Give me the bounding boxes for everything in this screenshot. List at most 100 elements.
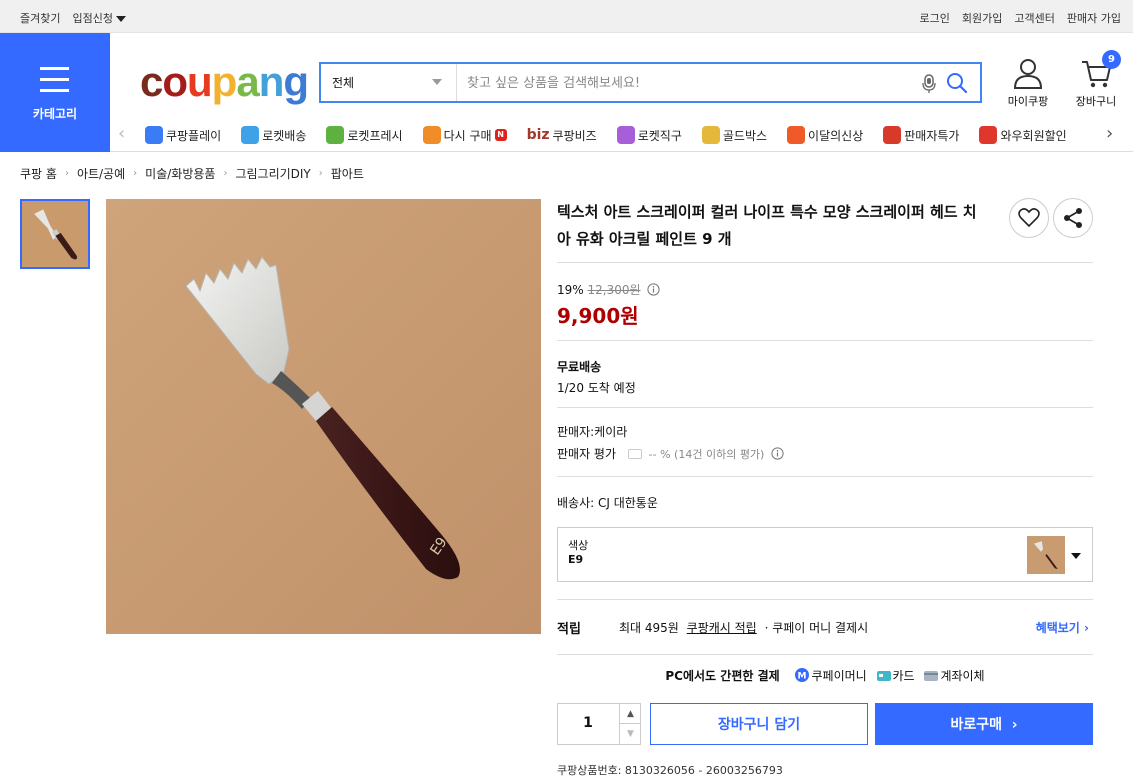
- nav-item[interactable]: 골드박스: [701, 126, 768, 144]
- payment-method: 계좌이체: [940, 669, 985, 683]
- goldbox-icon: [701, 126, 720, 144]
- product-main-image[interactable]: E9: [106, 199, 541, 634]
- category-label: 카테고리: [32, 107, 78, 121]
- nav-item-label: 이달의신상: [808, 128, 864, 143]
- buy-now-button[interactable]: 바로구매 ›: [875, 703, 1093, 745]
- logo-letter: g: [283, 58, 309, 105]
- search-category-select[interactable]: 전체: [321, 64, 457, 101]
- quantity-stepper: 1 ▲ ▼: [557, 703, 641, 745]
- payment-method: 카드: [892, 669, 915, 683]
- divider: [557, 407, 1093, 408]
- breadcrumb-item[interactable]: 그림그리기DIY: [235, 165, 310, 182]
- chevron-right-icon: ›: [1011, 717, 1018, 733]
- discount-info: 19% 12,300원: [557, 281, 660, 298]
- original-price: 12,300원: [587, 283, 641, 297]
- nav-item[interactable]: 판매자특가: [883, 126, 959, 144]
- breadcrumb-item[interactable]: 미술/화방용품: [145, 165, 215, 182]
- coupang-cash-link[interactable]: 쿠팡캐시 적립: [687, 621, 757, 635]
- login-link[interactable]: 로그인: [920, 10, 950, 26]
- coupay-money-icon: M: [795, 668, 810, 685]
- nav-item[interactable]: 로켓프레시: [326, 126, 403, 144]
- play-icon: [145, 126, 163, 144]
- quantity-value[interactable]: 1: [558, 715, 618, 731]
- seller-apply-menu[interactable]: 입점신청: [72, 10, 126, 26]
- shipping-info: 무료배송 1/20 도착 예정: [557, 357, 636, 399]
- dropdown-caret-icon: [432, 79, 442, 85]
- category-menu-button[interactable]: 카테고리: [0, 33, 110, 152]
- seller-name[interactable]: 판매자:케이라: [557, 421, 784, 443]
- option-swatch: [1027, 536, 1065, 574]
- microphone-icon[interactable]: [922, 73, 936, 99]
- search-category-value: 전체: [332, 76, 355, 90]
- chevron-right-icon: ›: [1084, 621, 1089, 635]
- bookmark-link[interactable]: 즐겨찾기: [20, 10, 60, 26]
- nav-item[interactable]: 이달의신상: [787, 126, 863, 144]
- search-input[interactable]: [467, 72, 907, 94]
- nav-item-label: 로켓직구: [637, 128, 682, 143]
- info-icon[interactable]: [647, 283, 660, 296]
- chevron-right-icon[interactable]: ›: [1106, 124, 1113, 144]
- info-icon[interactable]: [771, 447, 784, 460]
- divider: [557, 599, 1093, 600]
- bank-transfer-icon: [924, 670, 939, 684]
- free-shipping-label: 무료배송: [557, 360, 602, 374]
- nav-item[interactable]: biz 쿠팡비즈: [527, 126, 597, 144]
- nav-item-label: 판매자특가: [904, 128, 960, 143]
- nav-item[interactable]: 와우회원할인: [979, 126, 1067, 144]
- breadcrumb-separator-icon: ›: [133, 168, 138, 179]
- buy-now-label: 바로구매: [950, 717, 1002, 733]
- user-icon: [1013, 59, 1043, 89]
- breadcrumb-item[interactable]: 쿠팡 홈: [20, 165, 57, 182]
- divider: [557, 476, 1093, 477]
- coupang-logo[interactable]: coupang: [140, 58, 309, 106]
- seller-signup-link[interactable]: 판매자 가입: [1067, 10, 1121, 26]
- quantity-decrease-button[interactable]: ▼: [619, 724, 641, 744]
- breadcrumb-item[interactable]: 아트/공예: [77, 165, 125, 182]
- chevron-left-icon[interactable]: ‹: [118, 124, 125, 144]
- nav-item-label: 쿠팡플레이: [166, 128, 222, 143]
- payment-method: 쿠페이머니: [811, 669, 867, 683]
- option-value: E9: [568, 553, 584, 566]
- new-bag-icon: [787, 126, 806, 144]
- color-option-select[interactable]: 색상 E9: [557, 527, 1093, 582]
- sale-price: 9,900원: [557, 304, 639, 328]
- add-to-cart-button[interactable]: 장바구니 담기: [650, 703, 868, 745]
- quantity-increase-button[interactable]: ▲: [619, 704, 641, 724]
- share-icon: [1064, 208, 1082, 228]
- new-badge: N: [494, 129, 507, 141]
- payment-title: PC에서도 간편한 결제: [665, 669, 780, 683]
- logo-letter: u: [187, 58, 213, 105]
- benefits-link[interactable]: 혜택보기 ›: [1036, 619, 1089, 636]
- cart-count-badge: 9: [1102, 50, 1121, 69]
- payment-methods: PC에서도 간편한 결제 M 쿠페이머니 카드 계좌이체: [557, 667, 1093, 685]
- nav-item[interactable]: 다시 구매 N: [422, 126, 507, 144]
- divider: [557, 654, 1093, 655]
- divider: [557, 340, 1093, 341]
- share-button[interactable]: [1053, 198, 1093, 238]
- percent-icon: [883, 126, 902, 144]
- courier-info: 배송사: CJ 대한통운: [557, 496, 658, 510]
- nav-item[interactable]: 로켓배송: [241, 126, 306, 144]
- seller-rating-value: -- % (14건 이하의 평가): [648, 448, 765, 461]
- seller-apply-label: 입점신청: [72, 12, 113, 25]
- customer-center-link[interactable]: 고객센터: [1014, 10, 1054, 26]
- nav-item-label: 로켓배송: [262, 128, 307, 143]
- search-icon[interactable]: [946, 72, 968, 98]
- mycoupang-button[interactable]: 마이쿠팡: [1004, 58, 1052, 109]
- nav-item[interactable]: 로켓직구: [616, 126, 682, 144]
- breadcrumb-separator-icon: ›: [64, 168, 69, 179]
- nav-item-label: 골드박스: [722, 128, 768, 143]
- category-nav: ‹ 쿠팡플레이 로켓배송 로켓프레시 다시 구매 N biz 쿠팡비즈 로켓직구 골드박스 이달의…: [110, 118, 1133, 152]
- basket-icon: [422, 126, 441, 144]
- product-thumbnail[interactable]: [20, 199, 90, 269]
- caret-down-icon: [115, 16, 126, 22]
- breadcrumb-item[interactable]: 팝아트: [331, 165, 364, 182]
- benefits-label: 혜택보기: [1035, 621, 1080, 635]
- heart-icon: [1018, 208, 1040, 228]
- nav-item[interactable]: 쿠팡플레이: [145, 126, 221, 144]
- signup-link[interactable]: 회원가입: [962, 10, 1002, 26]
- product-title: 텍스처 아트 스크레이퍼 컬러 나이프 특수 모양 스크레이퍼 헤드 치아 유화…: [557, 203, 977, 248]
- thumbs-up-icon: [627, 449, 642, 459]
- favorite-button[interactable]: [1009, 198, 1049, 238]
- cart-button[interactable]: 9 장바구니: [1072, 50, 1121, 109]
